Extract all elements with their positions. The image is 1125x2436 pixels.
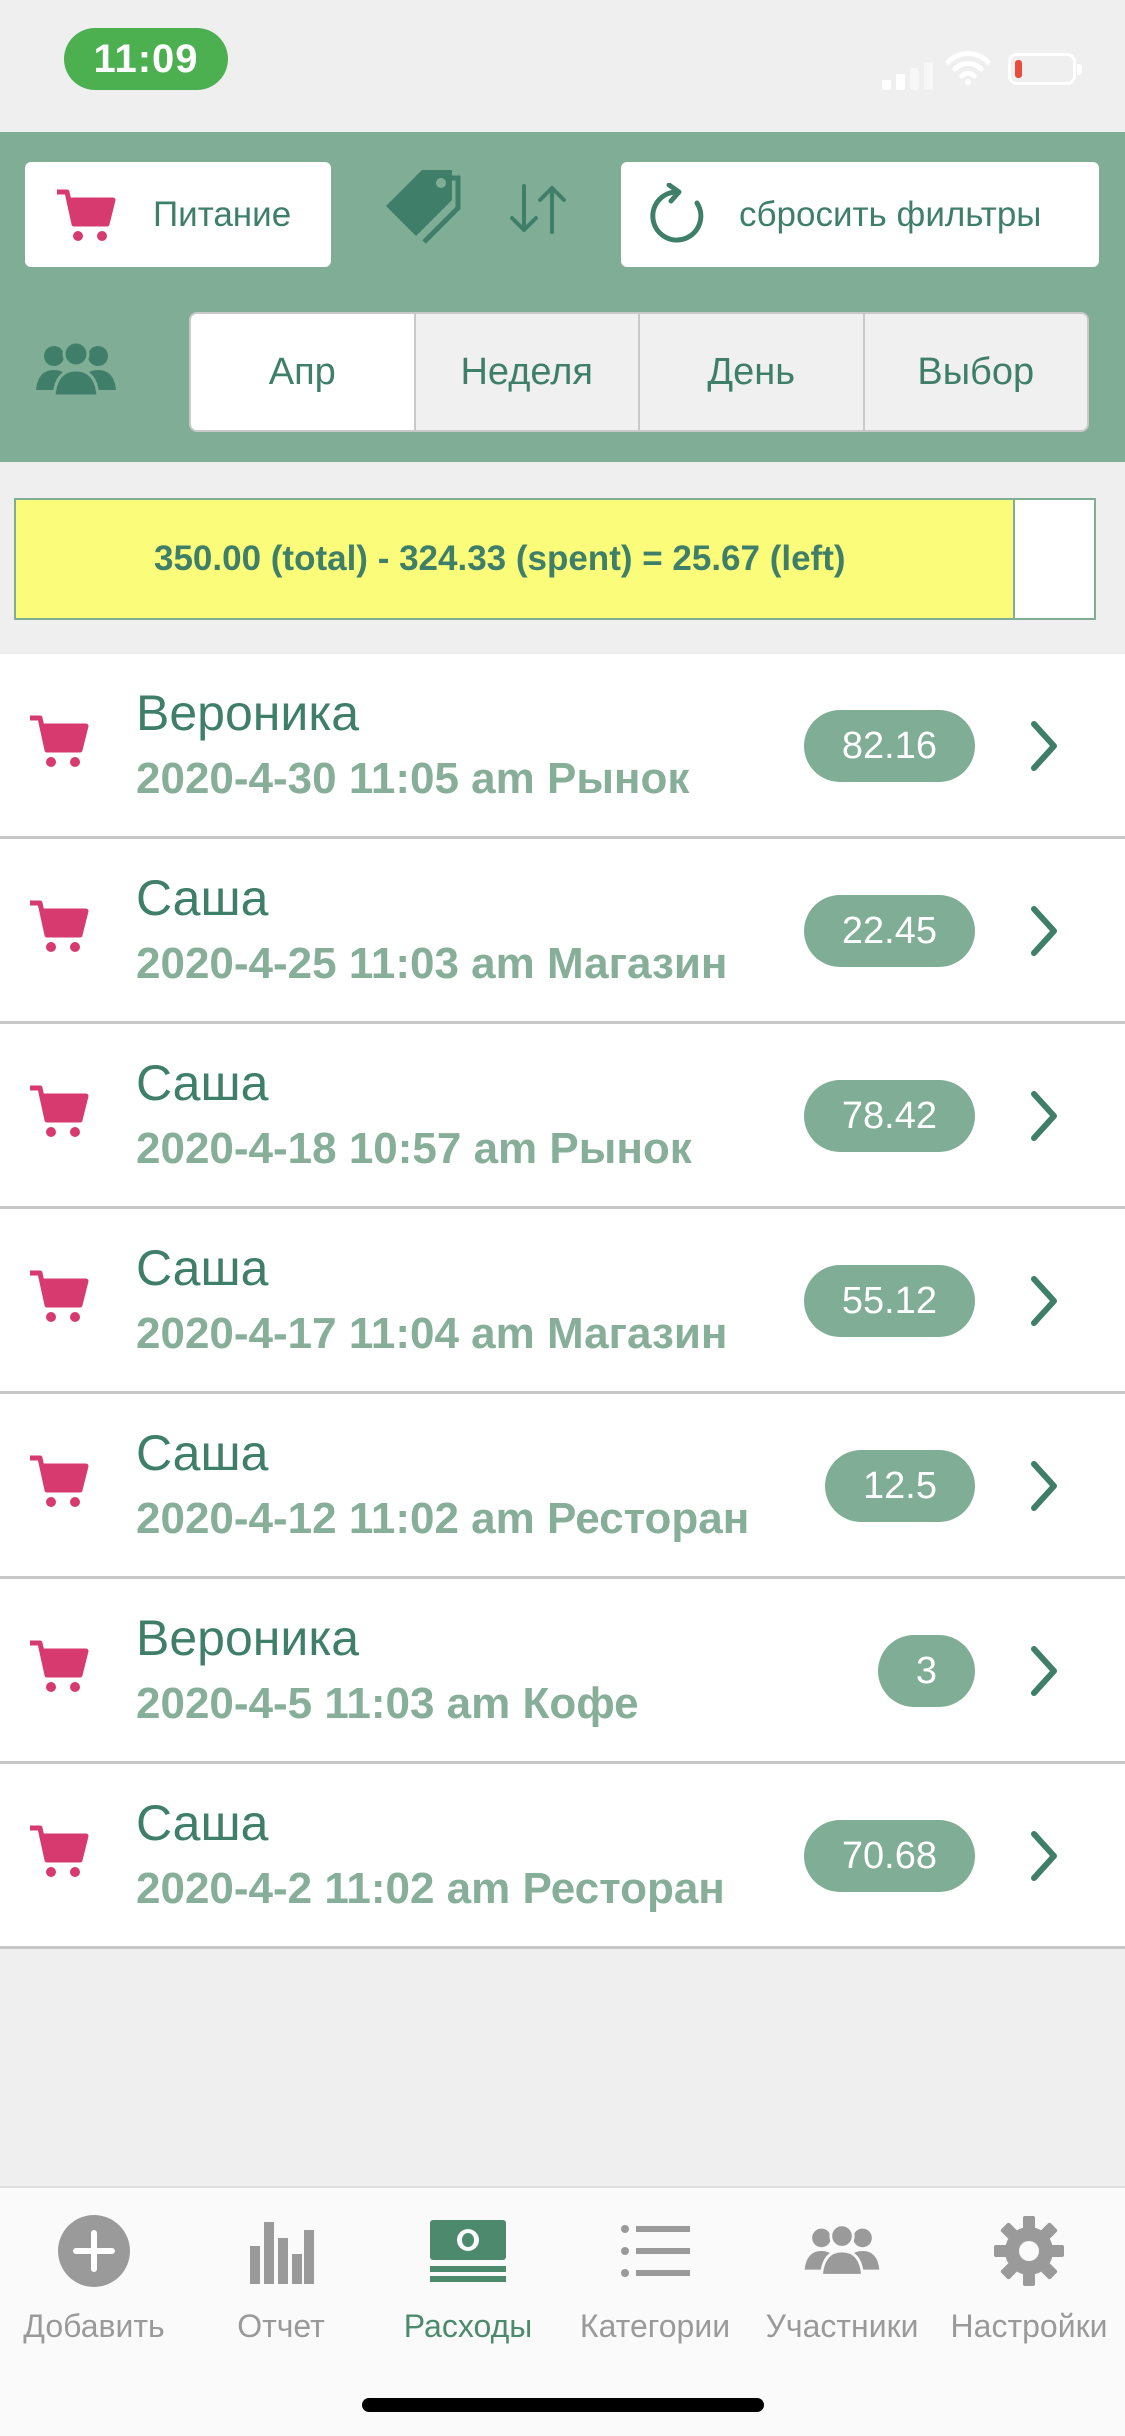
chevron-right-icon: [1031, 721, 1057, 771]
cart-icon: [30, 715, 89, 767]
category-filter-button[interactable]: Питание: [25, 162, 331, 267]
cart-icon: [30, 1270, 89, 1322]
tab-categories[interactable]: Категории: [561, 2206, 749, 2345]
expense-person-name: Вероника: [136, 1610, 360, 1666]
expense-detail: 2020-4-5 11:03 am Кофе: [136, 1679, 639, 1728]
chevron-right-icon: [1031, 1831, 1057, 1881]
sort-icon[interactable]: [506, 182, 570, 236]
tags-icon[interactable]: [378, 164, 462, 248]
segment-day[interactable]: День: [638, 314, 863, 430]
home-indicator: [362, 2398, 764, 2412]
tab-participants-label: Участники: [765, 2308, 919, 2344]
tab-add[interactable]: Добавить: [0, 2206, 188, 2345]
expense-person-name: Саша: [136, 1240, 269, 1296]
expense-row[interactable]: Саша 2020-4-12 11:02 am Ресторан 12.5: [0, 1394, 1125, 1579]
list-icon: [621, 2225, 690, 2277]
expense-detail: 2020-4-30 11:05 am Рынок: [136, 754, 690, 803]
chevron-right-icon: [1031, 1461, 1057, 1511]
expense-amount-badge: 82.16: [803, 710, 975, 782]
segment-custom[interactable]: Выбор: [862, 314, 1087, 430]
chevron-right-icon: [1031, 1091, 1057, 1141]
gear-icon: [994, 2216, 1064, 2286]
cart-icon: [57, 189, 116, 241]
reset-filters-label: сбросить фильтры: [739, 194, 1042, 234]
tab-categories-label: Категории: [579, 2308, 731, 2344]
cart-icon: [30, 900, 89, 952]
expense-row[interactable]: Саша 2020-4-25 11:03 am Магазин 22.45: [0, 839, 1125, 1024]
status-time: 11:09: [64, 28, 228, 90]
expense-row[interactable]: Вероника 2020-4-5 11:03 am Кофе 3: [0, 1579, 1125, 1764]
people-icon: [804, 2223, 880, 2277]
budget-summary-text: 350.00 (total) - 324.33 (spent) = 25.67 …: [154, 539, 846, 578]
expense-amount-badge: 22.45: [803, 895, 975, 967]
expense-detail: 2020-4-2 11:02 am Ресторан: [136, 1864, 725, 1913]
filter-header: Питание сбросить фильтры Апр Неделя День…: [0, 132, 1125, 462]
expense-list: Вероника 2020-4-30 11:05 am Рынок 82.16 …: [0, 654, 1125, 1949]
cart-icon: [30, 1825, 89, 1877]
tab-settings[interactable]: Настройки: [935, 2206, 1123, 2345]
expense-amount-badge: 12.5: [825, 1450, 975, 1522]
reset-filters-button[interactable]: сбросить фильтры: [621, 162, 1099, 267]
expense-person-name: Саша: [136, 870, 269, 926]
segment-month[interactable]: Апр: [191, 314, 414, 430]
tab-report-label: Отчет: [237, 2308, 325, 2344]
segment-week[interactable]: Неделя: [413, 314, 638, 430]
cart-icon: [30, 1640, 89, 1692]
period-segmented-control: Апр Неделя День Выбор: [189, 312, 1089, 432]
status-bar: 11:09: [0, 0, 1125, 132]
expense-amount-badge: 70.68: [803, 1820, 975, 1892]
expense-person-name: Вероника: [136, 685, 360, 741]
expense-amount-badge: 78.42: [803, 1080, 975, 1152]
tab-report[interactable]: Отчет: [187, 2206, 375, 2345]
battery-icon: [1008, 53, 1082, 85]
cellular-signal-icon: [882, 62, 933, 90]
chevron-right-icon: [1031, 906, 1057, 956]
tab-participants[interactable]: Участники: [748, 2206, 936, 2345]
refresh-icon: [650, 182, 704, 242]
expense-amount-badge: 3: [877, 1635, 975, 1707]
tab-settings-label: Настройки: [950, 2308, 1108, 2344]
expense-amount-badge: 55.12: [803, 1265, 975, 1337]
expense-detail: 2020-4-12 11:02 am Ресторан: [136, 1494, 750, 1543]
tab-add-label: Добавить: [23, 2308, 165, 2344]
expense-detail: 2020-4-17 11:04 am Магазин: [136, 1309, 728, 1358]
category-filter-label: Питание: [153, 194, 292, 234]
expense-row[interactable]: Саша 2020-4-18 10:57 am Рынок 78.42: [0, 1024, 1125, 1209]
expense-row[interactable]: Вероника 2020-4-30 11:05 am Рынок 82.16: [0, 654, 1125, 839]
cart-icon: [30, 1455, 89, 1507]
bar-chart-icon: [250, 2222, 314, 2284]
expense-person-name: Саша: [136, 1795, 269, 1851]
cart-icon: [30, 1085, 89, 1137]
chevron-right-icon: [1031, 1276, 1057, 1326]
tab-expenses[interactable]: Расходы: [374, 2206, 562, 2345]
budget-progress-bar: 350.00 (total) - 324.33 (spent) = 25.67 …: [14, 498, 1096, 620]
expense-row[interactable]: Саша 2020-4-2 11:02 am Ресторан 70.68: [0, 1764, 1125, 1949]
wifi-icon: [945, 51, 991, 85]
add-circle-icon: [58, 2215, 130, 2287]
participants-filter-icon[interactable]: [34, 340, 118, 400]
expense-person-name: Саша: [136, 1425, 269, 1481]
money-icon: [430, 2220, 506, 2282]
chevron-right-icon: [1031, 1646, 1057, 1696]
expense-person-name: Саша: [136, 1055, 269, 1111]
expense-detail: 2020-4-25 11:03 am Магазин: [136, 939, 728, 988]
expense-row[interactable]: Саша 2020-4-17 11:04 am Магазин 55.12: [0, 1209, 1125, 1394]
expense-detail: 2020-4-18 10:57 am Рынок: [136, 1124, 692, 1173]
tab-expenses-label: Расходы: [403, 2308, 533, 2344]
